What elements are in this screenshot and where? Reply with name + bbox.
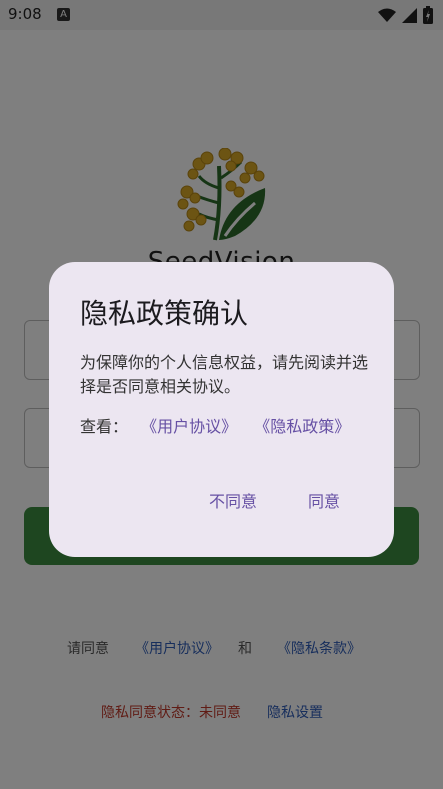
dialog-body: 为保障你的个人信息权益，请先阅读并选择是否同意相关协议。	[80, 353, 369, 396]
dialog-privacy-policy-link[interactable]: 《隐私政策》	[254, 417, 350, 436]
agree-button[interactable]: 同意	[308, 488, 340, 512]
dialog-links: 查看： 《用户协议》 《隐私政策》	[80, 413, 350, 437]
privacy-policy-dialog: 隐私政策确认 为保障你的个人信息权益，请先阅读并选择是否同意相关协议。 查看： …	[49, 262, 394, 557]
dialog-view-prefix: 查看：	[80, 417, 129, 436]
dialog-user-agreement-link[interactable]: 《用户协议》	[141, 417, 237, 436]
disagree-button[interactable]: 不同意	[209, 488, 257, 512]
dialog-title: 隐私政策确认	[80, 297, 249, 330]
